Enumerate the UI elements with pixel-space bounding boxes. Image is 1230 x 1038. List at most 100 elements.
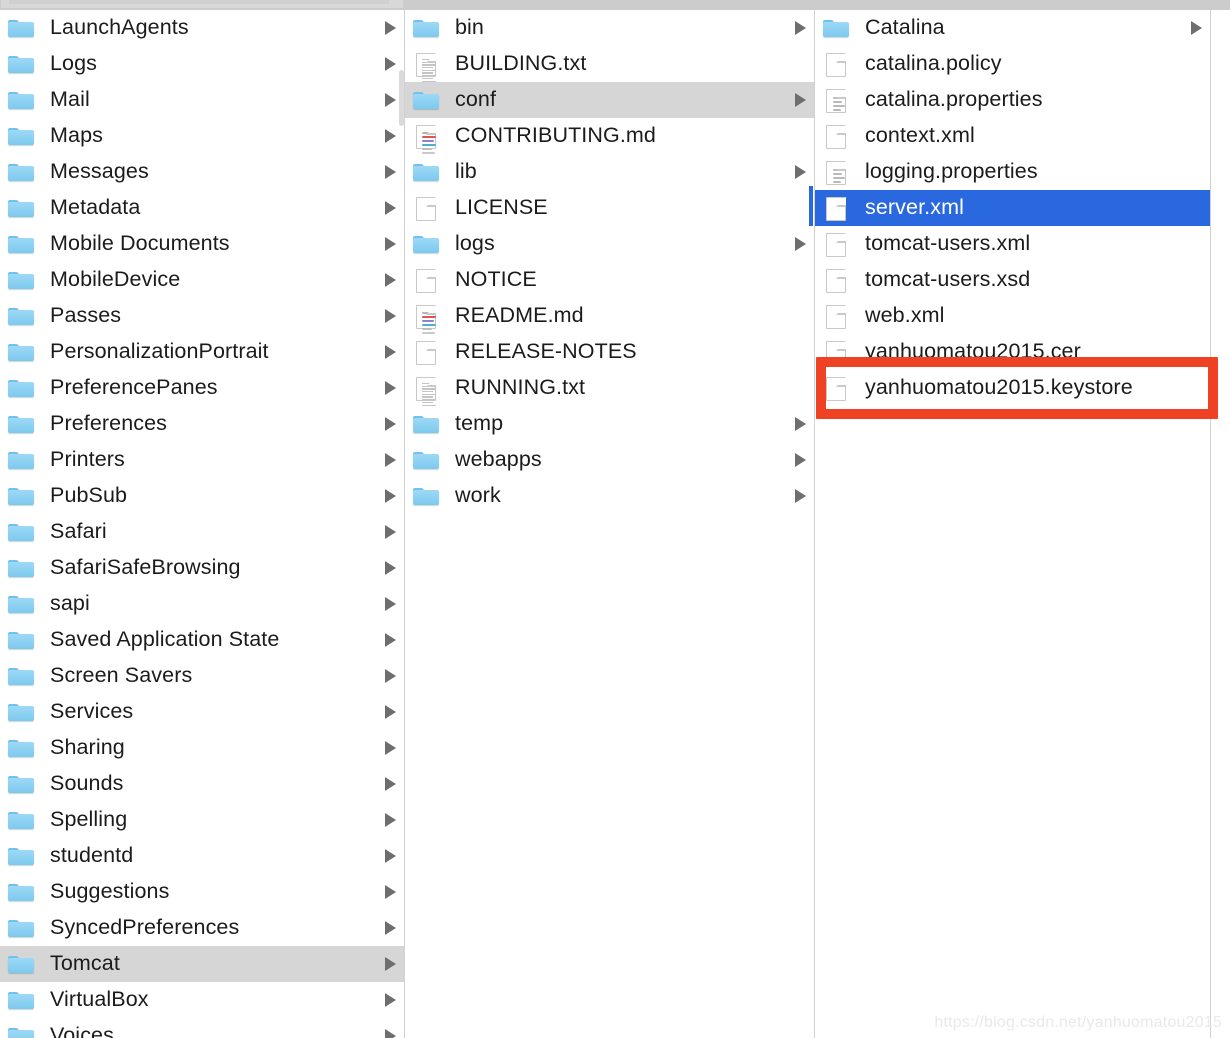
- disclosure-chevron-icon[interactable]: [385, 21, 396, 35]
- file-row[interactable]: Maps: [0, 118, 404, 154]
- file-row[interactable]: Safari: [0, 514, 404, 550]
- file-row[interactable]: lib: [405, 154, 814, 190]
- disclosure-chevron-icon[interactable]: [1191, 21, 1202, 35]
- disclosure-chevron-icon[interactable]: [385, 813, 396, 827]
- disclosure-chevron-icon[interactable]: [385, 669, 396, 683]
- file-row[interactable]: Tomcat: [0, 946, 404, 982]
- file-row[interactable]: webapps: [405, 442, 814, 478]
- disclosure-chevron-icon[interactable]: [385, 489, 396, 503]
- disclosure-chevron-icon[interactable]: [795, 489, 806, 503]
- disclosure-chevron-icon[interactable]: [385, 129, 396, 143]
- file-row[interactable]: LICENSE: [405, 190, 814, 226]
- file-row[interactable]: logs: [405, 226, 814, 262]
- disclosure-chevron-icon[interactable]: [385, 705, 396, 719]
- file-row[interactable]: sapi: [0, 586, 404, 622]
- file-row[interactable]: VirtualBox: [0, 982, 404, 1018]
- file-row[interactable]: server.xml: [815, 190, 1210, 226]
- disclosure-chevron-icon[interactable]: [385, 957, 396, 971]
- disclosure-chevron-icon[interactable]: [385, 237, 396, 251]
- file-row[interactable]: web.xml: [815, 298, 1210, 334]
- file-row[interactable]: tomcat-users.xsd: [815, 262, 1210, 298]
- file-row[interactable]: Sharing: [0, 730, 404, 766]
- file-row[interactable]: Metadata: [0, 190, 404, 226]
- file-row[interactable]: PreferencePanes: [0, 370, 404, 406]
- file-row[interactable]: NOTICE: [405, 262, 814, 298]
- file-row[interactable]: yanhuomatou2015.cer: [815, 334, 1210, 370]
- file-row[interactable]: BUILDING.txt: [405, 46, 814, 82]
- file-row[interactable]: Mobile Documents: [0, 226, 404, 262]
- disclosure-chevron-icon[interactable]: [385, 885, 396, 899]
- file-row[interactable]: PubSub: [0, 478, 404, 514]
- file-row[interactable]: Passes: [0, 298, 404, 334]
- file-row-label: sapi: [50, 591, 90, 616]
- file-row[interactable]: Preferences: [0, 406, 404, 442]
- file-row[interactable]: Suggestions: [0, 874, 404, 910]
- disclosure-chevron-icon[interactable]: [795, 453, 806, 467]
- disclosure-chevron-icon[interactable]: [385, 633, 396, 647]
- disclosure-chevron-icon[interactable]: [385, 597, 396, 611]
- disclosure-chevron-icon[interactable]: [385, 417, 396, 431]
- file-row[interactable]: yanhuomatou2015.keystore: [815, 370, 1210, 406]
- file-row[interactable]: Messages: [0, 154, 404, 190]
- file-row[interactable]: Saved Application State: [0, 622, 404, 658]
- disclosure-chevron-icon[interactable]: [385, 345, 396, 359]
- file-row[interactable]: Catalina: [815, 10, 1210, 46]
- file-row-label: Sounds: [50, 771, 124, 796]
- disclosure-chevron-icon[interactable]: [385, 273, 396, 287]
- file-row[interactable]: Mail: [0, 82, 404, 118]
- file-row[interactable]: PersonalizationPortrait: [0, 334, 404, 370]
- disclosure-chevron-icon[interactable]: [385, 525, 396, 539]
- file-row[interactable]: bin: [405, 10, 814, 46]
- disclosure-chevron-icon[interactable]: [385, 849, 396, 863]
- disclosure-chevron-icon[interactable]: [795, 21, 806, 35]
- file-row[interactable]: CONTRIBUTING.md: [405, 118, 814, 154]
- disclosure-chevron-icon[interactable]: [385, 309, 396, 323]
- file-row[interactable]: Spelling: [0, 802, 404, 838]
- disclosure-chevron-icon[interactable]: [385, 777, 396, 791]
- file-row[interactable]: Services: [0, 694, 404, 730]
- file-row[interactable]: SafariSafeBrowsing: [0, 550, 404, 586]
- disclosure-chevron-icon[interactable]: [385, 57, 396, 71]
- folder-icon: [413, 483, 440, 509]
- disclosure-chevron-icon[interactable]: [795, 165, 806, 179]
- file-row[interactable]: RUNNING.txt: [405, 370, 814, 406]
- disclosure-chevron-icon[interactable]: [385, 93, 396, 107]
- disclosure-chevron-icon[interactable]: [385, 381, 396, 395]
- file-row[interactable]: Screen Savers: [0, 658, 404, 694]
- file-row[interactable]: catalina.properties: [815, 82, 1210, 118]
- disclosure-chevron-icon[interactable]: [795, 93, 806, 107]
- conf-column[interactable]: Catalina catalina.policy catalina.properti…: [815, 0, 1210, 1038]
- file-row[interactable]: README.md: [405, 298, 814, 334]
- file-row[interactable]: LaunchAgents: [0, 10, 404, 46]
- properties-lines: [833, 169, 846, 185]
- file-row[interactable]: RELEASE-NOTES: [405, 334, 814, 370]
- disclosure-chevron-icon[interactable]: [385, 201, 396, 215]
- file-row[interactable]: Voices: [0, 1018, 404, 1038]
- library-column-scrollbar[interactable]: [399, 70, 404, 126]
- library-column[interactable]: LaunchAgents Logs Mail Maps Messages Metadata…: [0, 0, 404, 1038]
- disclosure-chevron-icon[interactable]: [385, 165, 396, 179]
- disclosure-chevron-icon[interactable]: [385, 561, 396, 575]
- file-row[interactable]: logging.properties: [815, 154, 1210, 190]
- file-row[interactable]: Sounds: [0, 766, 404, 802]
- disclosure-chevron-icon[interactable]: [385, 741, 396, 755]
- conf-column-scrollbar[interactable]: [809, 186, 813, 226]
- file-row[interactable]: Printers: [0, 442, 404, 478]
- disclosure-chevron-icon[interactable]: [795, 417, 806, 431]
- file-row[interactable]: studentd: [0, 838, 404, 874]
- file-row[interactable]: temp: [405, 406, 814, 442]
- tomcat-column[interactable]: bin BUILDING.txt conf CONTRIBUTING.md lib LIC…: [405, 0, 814, 1038]
- file-row[interactable]: Logs: [0, 46, 404, 82]
- disclosure-chevron-icon[interactable]: [795, 237, 806, 251]
- file-row[interactable]: tomcat-users.xml: [815, 226, 1210, 262]
- file-row[interactable]: context.xml: [815, 118, 1210, 154]
- file-row[interactable]: MobileDevice: [0, 262, 404, 298]
- disclosure-chevron-icon[interactable]: [385, 921, 396, 935]
- file-row[interactable]: work: [405, 478, 814, 514]
- file-row[interactable]: SyncedPreferences: [0, 910, 404, 946]
- disclosure-chevron-icon[interactable]: [385, 993, 396, 1007]
- disclosure-chevron-icon[interactable]: [385, 1029, 396, 1038]
- disclosure-chevron-icon[interactable]: [385, 453, 396, 467]
- file-row[interactable]: catalina.policy: [815, 46, 1210, 82]
- file-row[interactable]: conf: [405, 82, 814, 118]
